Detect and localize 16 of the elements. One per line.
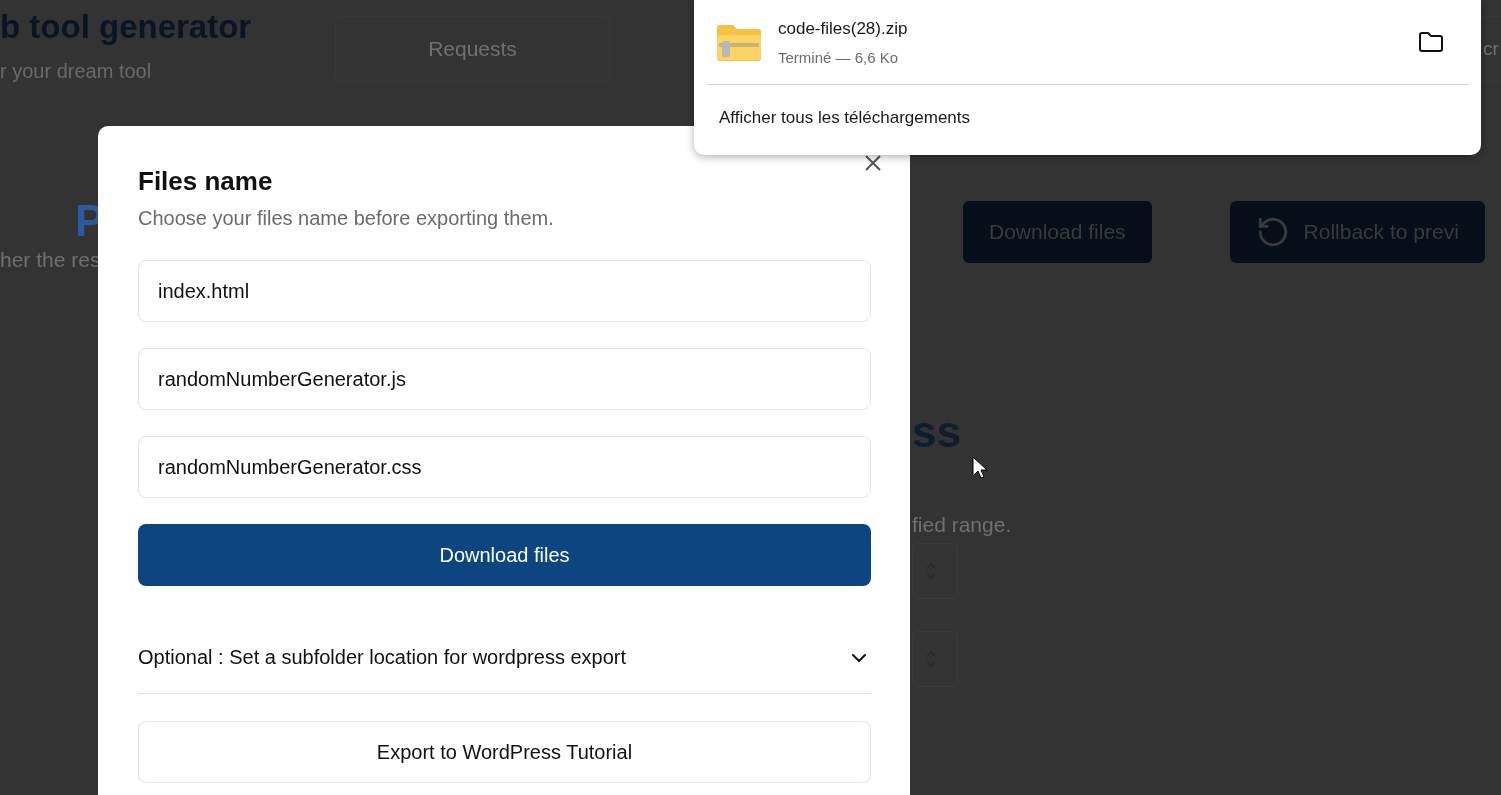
show-all-downloads-link[interactable]: Afficher tous les téléchargements (707, 85, 1468, 151)
tool-description: fied range. (912, 513, 1013, 537)
download-status: Terminé — 6,6 Ko (778, 48, 900, 66)
subfolder-accordion[interactable]: Optional : Set a subfolder location for wordpress export (138, 606, 871, 694)
file-name: code-files(28).zip (778, 18, 909, 39)
dialog-title: Files name (138, 166, 274, 197)
close-button[interactable] (864, 154, 882, 172)
tutorial-button[interactable]: Export to WordPress Tutorial (138, 721, 871, 783)
download-button[interactable]: Download files (138, 524, 871, 586)
dialog-subtitle: Choose your files name before exporting them. (138, 207, 555, 230)
file-name-field[interactable]: randomNumberGenerator.css (138, 436, 871, 498)
folder-icon[interactable] (1418, 31, 1444, 53)
mouse-cursor-icon (972, 456, 988, 480)
file-name-field[interactable]: randomNumberGenerator.js (138, 348, 871, 410)
zip-folder-icon (715, 22, 763, 62)
file-name-field[interactable]: index.html (138, 260, 871, 322)
